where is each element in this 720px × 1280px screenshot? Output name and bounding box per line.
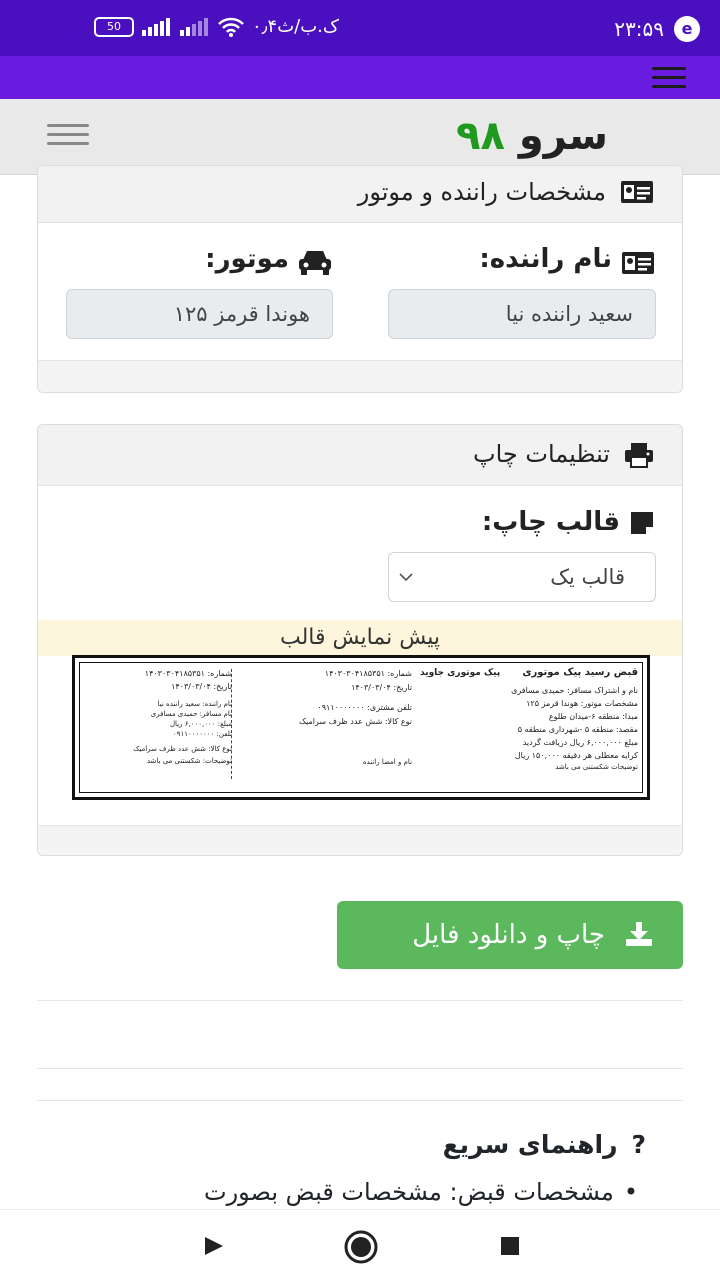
recents-icon[interactable] [500, 1236, 520, 1256]
template-icon [631, 512, 653, 534]
driver-card-footer [38, 360, 682, 392]
chevron-down-icon [399, 573, 413, 582]
stub-line: نام راننده: سعید راننده نیا [157, 700, 232, 708]
stub-line: مبلغ: ۶,۰۰۰,۰۰۰ ریال [169, 720, 232, 728]
hamburger-menu-icon[interactable] [47, 124, 89, 145]
receipt-line: مشخصات موتور: هوندا قرمز ۱۲۵ [526, 699, 638, 708]
receipt-title: قبض رسید پیک موتوری [522, 667, 638, 678]
receipt-stub: شماره: ۱۴۰۳۰۳۰۴۱۸۵۳۵۱ تاریخ: ۱۴۰۳/۰۳/۰۴ … [84, 667, 232, 785]
browser-bar [0, 56, 720, 99]
receipt-line: مقصد: منطقه ۵ -شهرداری منطقه ۵ [517, 725, 638, 734]
status-right: ۲۳:۵۹ e [614, 16, 700, 42]
menu-icon[interactable] [652, 67, 686, 88]
divider [37, 1100, 683, 1101]
status-left: 50 ۰٫۴ک.ب/ث [94, 16, 339, 37]
bullet-icon: • [623, 1178, 638, 1206]
receipt-goods: نوع کالا: شش عدد ظرف سرامیک [298, 717, 412, 726]
site-header: سرو ۹۸ [0, 99, 720, 175]
motor-field[interactable]: هوندا قرمز ۱۲۵ [66, 289, 333, 339]
logo-number: ۹۸ [456, 113, 505, 159]
question-icon: ? [631, 1130, 646, 1159]
receipt-line: کرایه معطلی هر دقیقه ۱۵۰,۰۰۰ ریال [514, 751, 638, 760]
printer-icon [625, 443, 653, 468]
stub-line: تلفن: ۰۹۱۱۰۰۰۰۰۰۰ [172, 730, 232, 738]
receipt-main-section: قبض رسید پیک موتوری پیک موتوری جاوید نام… [420, 667, 638, 785]
id-card-icon [621, 181, 653, 203]
motor-label: موتور: [205, 244, 289, 274]
battery-icon: 50 [94, 16, 134, 37]
site-logo[interactable]: سرو ۹۸ [456, 113, 608, 159]
receipt-line: توضیحات شکستنی می باشد [555, 763, 638, 771]
print-card-footer [38, 825, 682, 855]
receipt-line: مبدا: منطقه ۶-میدان طلوع [548, 712, 638, 721]
stub-number: شماره: ۱۴۰۳۰۳۰۴۱۸۵۳۵۱ [144, 669, 232, 678]
driver-card: مشخصات راننده و موتور نام راننده: موتور:… [37, 165, 683, 393]
stub-line: توضیحات: شکستنی می باشد [146, 757, 232, 765]
home-icon[interactable] [344, 1230, 378, 1264]
receipt-phone: تلفن مشتری: ۰۹۱۱۰۰۰۰۰۰۰ [317, 703, 412, 712]
receipt-line: نام و اشتراک مسافر: حمیدی مسافری [511, 686, 638, 695]
receipt-number: شماره: ۱۴۰۳۰۳۰۴۱۸۵۳۵۱ [324, 669, 412, 678]
divider [37, 1000, 683, 1001]
battery-level: 50 [107, 19, 121, 33]
divider [37, 1068, 683, 1069]
quick-guide-heading: ? راهنمای سریع [443, 1130, 646, 1159]
driver-card-header: مشخصات راننده و موتور [38, 166, 682, 223]
status-bar: 50 ۰٫۴ک.ب/ث ۲۳:۵۹ e [0, 0, 720, 56]
receipt-line: مبلغ ۶,۰۰۰,۰۰۰ ریال دریافت گردید [522, 738, 638, 747]
stub-date: تاریخ: ۱۴۰۳/۰۳/۰۴ [171, 682, 232, 691]
signal-icon-2 [180, 17, 208, 36]
driver-name-label: نام راننده: [479, 244, 612, 274]
print-settings-card: تنظیمات چاپ قالب چاپ: قالب یک پیش نمایش … [37, 424, 683, 856]
print-card-header: تنظیمات چاپ [38, 425, 682, 486]
signal-icon [142, 17, 170, 36]
guide-bullet-text: مشخصات قبض: مشخصات قبض بصورت [203, 1178, 614, 1206]
clock: ۲۳:۵۹ [614, 17, 664, 41]
stub-line: نوع کالا: شش عدد ظرف سرامیک [133, 745, 232, 753]
driver-id-icon [622, 252, 654, 274]
stub-line: نام مسافر: حمیدی مسافری [150, 710, 232, 718]
receipt-preview: قبض رسید پیک موتوری پیک موتوری جاوید نام… [72, 655, 650, 800]
quick-guide-title: راهنمای سریع [442, 1130, 618, 1159]
wifi-icon [218, 17, 244, 37]
car-icon [299, 251, 331, 275]
network-speed: ۰٫۴ک.ب/ث [252, 16, 339, 37]
driver-card-title: مشخصات راننده و موتور [357, 178, 606, 206]
receipt-frame: قبض رسید پیک موتوری پیک موتوری جاوید نام… [79, 662, 643, 793]
template-preview-title: پیش نمایش قالب [38, 620, 682, 656]
guide-bullet: • مشخصات قبض: مشخصات قبض بصورت [204, 1178, 638, 1206]
print-download-label: چاپ و دانلود فایل [412, 920, 605, 950]
receipt-sign: نام و امضا راننده [362, 758, 412, 766]
app-notification-icon: e [674, 16, 700, 42]
back-icon[interactable] [203, 1236, 225, 1256]
driver-name-field[interactable]: سعید راننده نیا [388, 289, 656, 339]
template-selected-value: قالب یک [550, 565, 625, 589]
template-select[interactable]: قالب یک [388, 552, 656, 602]
receipt-date: تاریخ: ۱۴۰۳/۰۳/۰۴ [351, 683, 412, 692]
download-icon [626, 922, 652, 946]
print-download-button[interactable]: چاپ و دانلود فایل [337, 901, 683, 969]
receipt-company: پیک موتوری جاوید [420, 667, 501, 678]
logo-text: سرو [518, 113, 608, 159]
print-card-title: تنظیمات چاپ [472, 440, 610, 468]
template-label: قالب چاپ: [481, 507, 620, 537]
system-nav-bar [0, 1209, 720, 1280]
receipt-middle-section: شماره: ۱۴۰۳۰۳۰۴۱۸۵۳۵۱ تاریخ: ۱۴۰۳/۰۳/۰۴ … [237, 667, 412, 785]
